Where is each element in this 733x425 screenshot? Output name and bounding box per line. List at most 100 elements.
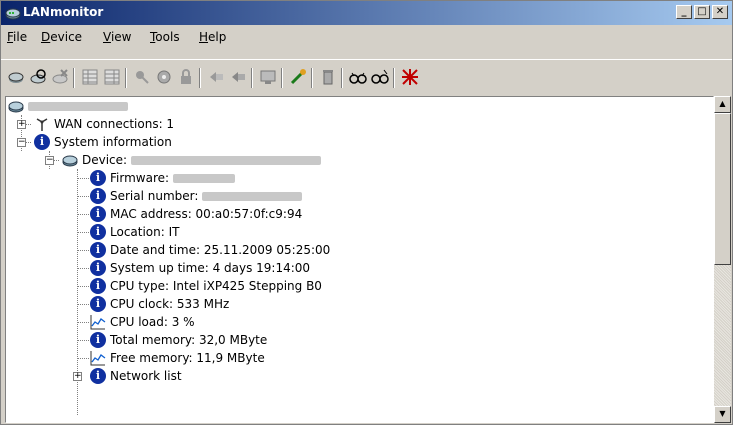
tree-item-label: Total memory: 32,0 MByte (110, 333, 268, 347)
tree-item-label: Serial number: (110, 187, 303, 205)
info-icon: i (34, 134, 50, 150)
tree-item-label: CPU type: Intel iXP425 Stepping B0 (110, 279, 322, 293)
search-device-icon[interactable] (29, 68, 47, 86)
tree-line (77, 286, 89, 287)
info-icon: i (90, 296, 106, 312)
toolbar-separator (281, 68, 283, 88)
tree-item-label: MAC address: 00:a0:57:0f:c9:94 (110, 207, 303, 221)
forward-icon[interactable] (229, 68, 247, 86)
menu-file-label: ile (13, 30, 28, 44)
info-icon: i (90, 188, 106, 204)
router-icon (62, 155, 78, 167)
tree-line (77, 178, 89, 179)
back-icon[interactable] (207, 68, 225, 86)
tree-item-label: System information (54, 135, 172, 149)
config-icon[interactable] (155, 68, 173, 86)
toolbar-separator (125, 68, 127, 88)
maximize-button[interactable]: □ (694, 5, 710, 19)
menu-view[interactable]: View (103, 30, 131, 44)
redacted-text (202, 192, 303, 201)
info-icon: i (90, 278, 106, 294)
close-button[interactable]: ✕ (712, 5, 728, 19)
tree-line (77, 214, 89, 215)
vertical-scrollbar[interactable]: ▲ ▼ (714, 96, 731, 423)
toolbar-separator (199, 68, 201, 88)
redacted-text (173, 174, 236, 183)
scroll-thumb[interactable] (714, 113, 731, 265)
grid-icon[interactable] (81, 68, 99, 86)
collapse-system-info-button[interactable]: − (17, 138, 26, 147)
device-prefix: Device: (82, 153, 128, 167)
trash-icon[interactable] (319, 68, 337, 86)
redacted-text (131, 156, 322, 165)
menu-device-label: evice (50, 30, 83, 44)
scroll-up-button[interactable]: ▲ (714, 96, 731, 113)
menu-help-accel: H (199, 30, 209, 44)
menu-device-accel: D (41, 30, 51, 44)
tree-line (77, 304, 89, 305)
disconnect-icon[interactable] (401, 68, 419, 86)
menu-device[interactable]: Device (41, 30, 82, 44)
tree-line (77, 232, 89, 233)
menu-view-accel: V (103, 30, 111, 44)
router-icon (8, 101, 24, 113)
tree-item-label: Free memory: 11,9 MByte (110, 351, 265, 365)
serial-prefix: Serial number: (110, 189, 199, 203)
lock-icon[interactable] (177, 68, 195, 86)
tree-item-label: Date and time: 25.11.2009 05:25:00 (110, 243, 331, 257)
window-title: LANmonitor (23, 5, 104, 19)
redacted-text (28, 102, 128, 111)
monitor-icon[interactable] (259, 68, 277, 86)
tree-line (77, 322, 89, 323)
graph-icon (90, 351, 106, 366)
info-icon: i (90, 368, 106, 384)
tree-item-label: Location: IT (110, 225, 180, 239)
menu-view-label: iew (110, 30, 132, 44)
tree-line (77, 340, 89, 341)
menu-bar: File Device View Tools Help (1, 27, 732, 47)
menu-file[interactable]: File (7, 30, 27, 44)
info-icon: i (90, 332, 106, 348)
tree-item-label: Network list (110, 369, 182, 383)
title-bar[interactable]: LANmonitor _ □ ✕ (1, 1, 732, 25)
tree-item-label: CPU load: 3 % (110, 315, 195, 329)
firmware-prefix: Firmware: (110, 171, 170, 185)
tree-item-label: Firmware: (110, 169, 236, 187)
menu-tools[interactable]: Tools (150, 30, 180, 44)
key-icon[interactable] (133, 68, 151, 86)
toolbar-separator (73, 68, 75, 88)
tree-item-label: System up time: 4 days 19:14:00 (110, 261, 311, 275)
grid-alt-icon[interactable] (103, 68, 121, 86)
info-icon: i (90, 260, 106, 276)
info-icon: i (90, 170, 106, 186)
scroll-down-button[interactable]: ▼ (714, 406, 731, 423)
tree-line (77, 250, 89, 251)
tree-line (77, 268, 89, 269)
device-tree[interactable]: + WAN connections: 1 − i System informat… (5, 96, 714, 423)
tree-item-label: Device: (82, 151, 322, 169)
lanmonitor-window: LANmonitor _ □ ✕ File Device View Tools … (0, 0, 733, 425)
goggles-alt-icon[interactable] (371, 68, 389, 86)
expand-network-list-button[interactable]: + (73, 372, 82, 381)
menu-tools-label: ools (155, 30, 180, 44)
expand-wan-button[interactable]: + (17, 120, 26, 129)
collapse-device-button[interactable]: − (45, 156, 54, 165)
tree-line (77, 358, 89, 359)
tree-item-label: WAN connections: 1 (54, 117, 175, 131)
minimize-button[interactable]: _ (676, 5, 692, 19)
info-icon: i (90, 206, 106, 222)
toolbar-separator (311, 68, 313, 88)
tree-line (77, 196, 89, 197)
goggles-icon[interactable] (349, 68, 367, 86)
menu-help[interactable]: Help (199, 30, 226, 44)
toolbar-separator (341, 68, 343, 88)
router-icon[interactable] (7, 68, 25, 86)
remove-device-icon[interactable] (51, 68, 69, 86)
info-icon: i (90, 224, 106, 240)
root-label (28, 97, 128, 115)
app-router-icon (5, 8, 21, 20)
wand-icon[interactable] (289, 68, 307, 86)
graph-icon (90, 315, 106, 330)
info-icon: i (90, 242, 106, 258)
tree-item-label: CPU clock: 533 MHz (110, 297, 230, 311)
